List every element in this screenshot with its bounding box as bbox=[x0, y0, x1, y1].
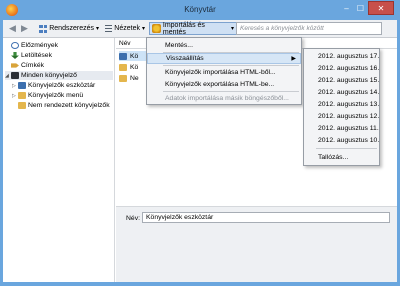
name-field[interactable]: Könyvjelzők eszköztár bbox=[142, 212, 390, 223]
sidebar-item-label: Minden könyvjelző bbox=[21, 72, 77, 79]
bookmarks-menu-icon bbox=[18, 92, 26, 99]
menu-item-restore[interactable]: Visszaállítás ▶ bbox=[147, 53, 301, 64]
sidebar-item-history[interactable]: Előzmények bbox=[5, 41, 58, 50]
menu-separator bbox=[163, 65, 299, 66]
sidebar-item-bookmarks-menu[interactable]: ▷ Könyvjelzők menü bbox=[12, 91, 83, 100]
sidebar-item-bookmarks-toolbar[interactable]: ▷ Könyvjelzők eszköztár bbox=[12, 81, 95, 90]
import-export-button[interactable]: Importálás és mentés ▾ bbox=[149, 21, 237, 36]
title-bar: Könyvtár – ☐ ✕ bbox=[0, 0, 400, 20]
menu-separator bbox=[316, 148, 377, 149]
menu-item-label: Visszaállítás bbox=[166, 55, 204, 62]
menu-item-import-browser: Adatok importálása másik böngészőből... bbox=[165, 95, 289, 102]
folder-icon bbox=[119, 63, 127, 71]
all-bookmarks-icon bbox=[11, 72, 19, 79]
sidebar-tree: Előzmények Letöltések Címkék ◢ Minden kö… bbox=[3, 38, 115, 282]
chevron-down-icon: ▾ bbox=[230, 26, 234, 32]
sidebar-item-downloads[interactable]: Letöltések bbox=[5, 51, 52, 60]
back-button[interactable]: ◀ bbox=[7, 22, 17, 35]
sidebar-item-unsorted[interactable]: Nem rendezett könyvjelzők bbox=[12, 101, 110, 110]
list-item-label: Kö bbox=[130, 52, 139, 60]
name-label: Név: bbox=[126, 215, 140, 222]
restore-submenu: 2012. augusztus 17. 2012. augusztus 16. … bbox=[303, 48, 380, 166]
restore-date-item[interactable]: 2012. augusztus 11. bbox=[304, 123, 379, 134]
bookmarks-toolbar-icon bbox=[18, 82, 26, 89]
list-item-label: Kö bbox=[130, 63, 139, 71]
list-item[interactable]: Ne bbox=[119, 73, 139, 83]
maximize-button[interactable]: ☐ bbox=[354, 1, 367, 15]
toolbar: ◀ ▶ Rendszerezés ▾ Nézetek ▾ Importálás … bbox=[3, 20, 397, 38]
list-item[interactable]: Kö bbox=[119, 51, 149, 61]
sidebar-item-label: Letöltések bbox=[21, 52, 52, 59]
organize-label: Rendszerezés bbox=[49, 25, 94, 32]
list-item-label: Ne bbox=[130, 74, 139, 82]
folder-icon bbox=[119, 74, 127, 82]
chevron-down-icon: ▾ bbox=[95, 26, 99, 32]
details-pane: Név: Könyvjelzők eszköztár bbox=[116, 206, 397, 282]
menu-item-save[interactable]: Mentés... bbox=[147, 40, 301, 51]
organize-button[interactable]: Rendszerezés ▾ bbox=[37, 22, 101, 35]
sidebar-item-label: Előzmények bbox=[21, 42, 59, 49]
restore-date-item[interactable]: 2012. augusztus 17. bbox=[304, 51, 379, 62]
restore-date-item[interactable]: 2012. augusztus 13. bbox=[304, 99, 379, 110]
sidebar-item-label: Könyvjelzők eszköztár bbox=[28, 82, 96, 89]
history-icon bbox=[11, 42, 19, 49]
restore-date-item[interactable]: 2012. augusztus 15. bbox=[304, 75, 379, 86]
search-input[interactable]: Keresés a könyvjelzők között bbox=[236, 22, 382, 35]
list-item[interactable]: Kö bbox=[119, 62, 138, 72]
menu-item-import-html[interactable]: Könyvjelzők importálása HTML-ből... bbox=[147, 67, 301, 78]
restore-date-item[interactable]: 2012. augusztus 14. bbox=[304, 87, 379, 98]
forward-button[interactable]: ▶ bbox=[19, 22, 29, 35]
choose-file-item[interactable]: Tallózás... bbox=[304, 152, 348, 163]
unsorted-bookmarks-icon bbox=[18, 102, 26, 109]
import-star-icon bbox=[152, 24, 161, 33]
import-export-label: Importálás és mentés bbox=[162, 21, 205, 36]
sidebar-item-label: Címkék bbox=[21, 62, 45, 69]
close-button[interactable]: ✕ bbox=[368, 1, 394, 15]
import-export-menu: Mentés... Visszaállítás ▶ Könyvjelzők im… bbox=[146, 37, 302, 105]
menu-separator bbox=[163, 91, 299, 92]
chevron-down-icon: ▾ bbox=[141, 26, 145, 32]
submenu-arrow-icon: ▶ bbox=[291, 56, 296, 62]
views-icon bbox=[105, 24, 113, 33]
sidebar-item-tags[interactable]: Címkék bbox=[5, 61, 44, 70]
sidebar-item-label: Könyvjelzők menü bbox=[28, 92, 84, 99]
views-button[interactable]: Nézetek ▾ bbox=[103, 22, 147, 35]
tag-icon bbox=[11, 63, 19, 68]
download-icon bbox=[11, 52, 19, 59]
library-window: Könyvtár – ☐ ✕ ◀ ▶ Rendszerezés ▾ Nézete… bbox=[0, 0, 400, 286]
minimize-button[interactable]: – bbox=[340, 1, 353, 15]
sidebar-item-all-bookmarks[interactable]: ◢ Minden könyvjelző bbox=[5, 71, 113, 80]
sidebar-item-label: Nem rendezett könyvjelzők bbox=[28, 102, 110, 109]
restore-date-item[interactable]: 2012. augusztus 16. bbox=[304, 63, 379, 74]
menu-item-export-html[interactable]: Könyvjelzők exportálása HTML-be... bbox=[147, 79, 301, 90]
organize-icon bbox=[39, 24, 48, 33]
restore-date-item[interactable]: 2012. augusztus 12. bbox=[304, 111, 379, 122]
views-label: Nézetek bbox=[114, 25, 140, 32]
restore-date-item[interactable]: 2012. augusztus 10. bbox=[304, 135, 379, 146]
bookmarks-toolbar-icon bbox=[119, 52, 127, 60]
